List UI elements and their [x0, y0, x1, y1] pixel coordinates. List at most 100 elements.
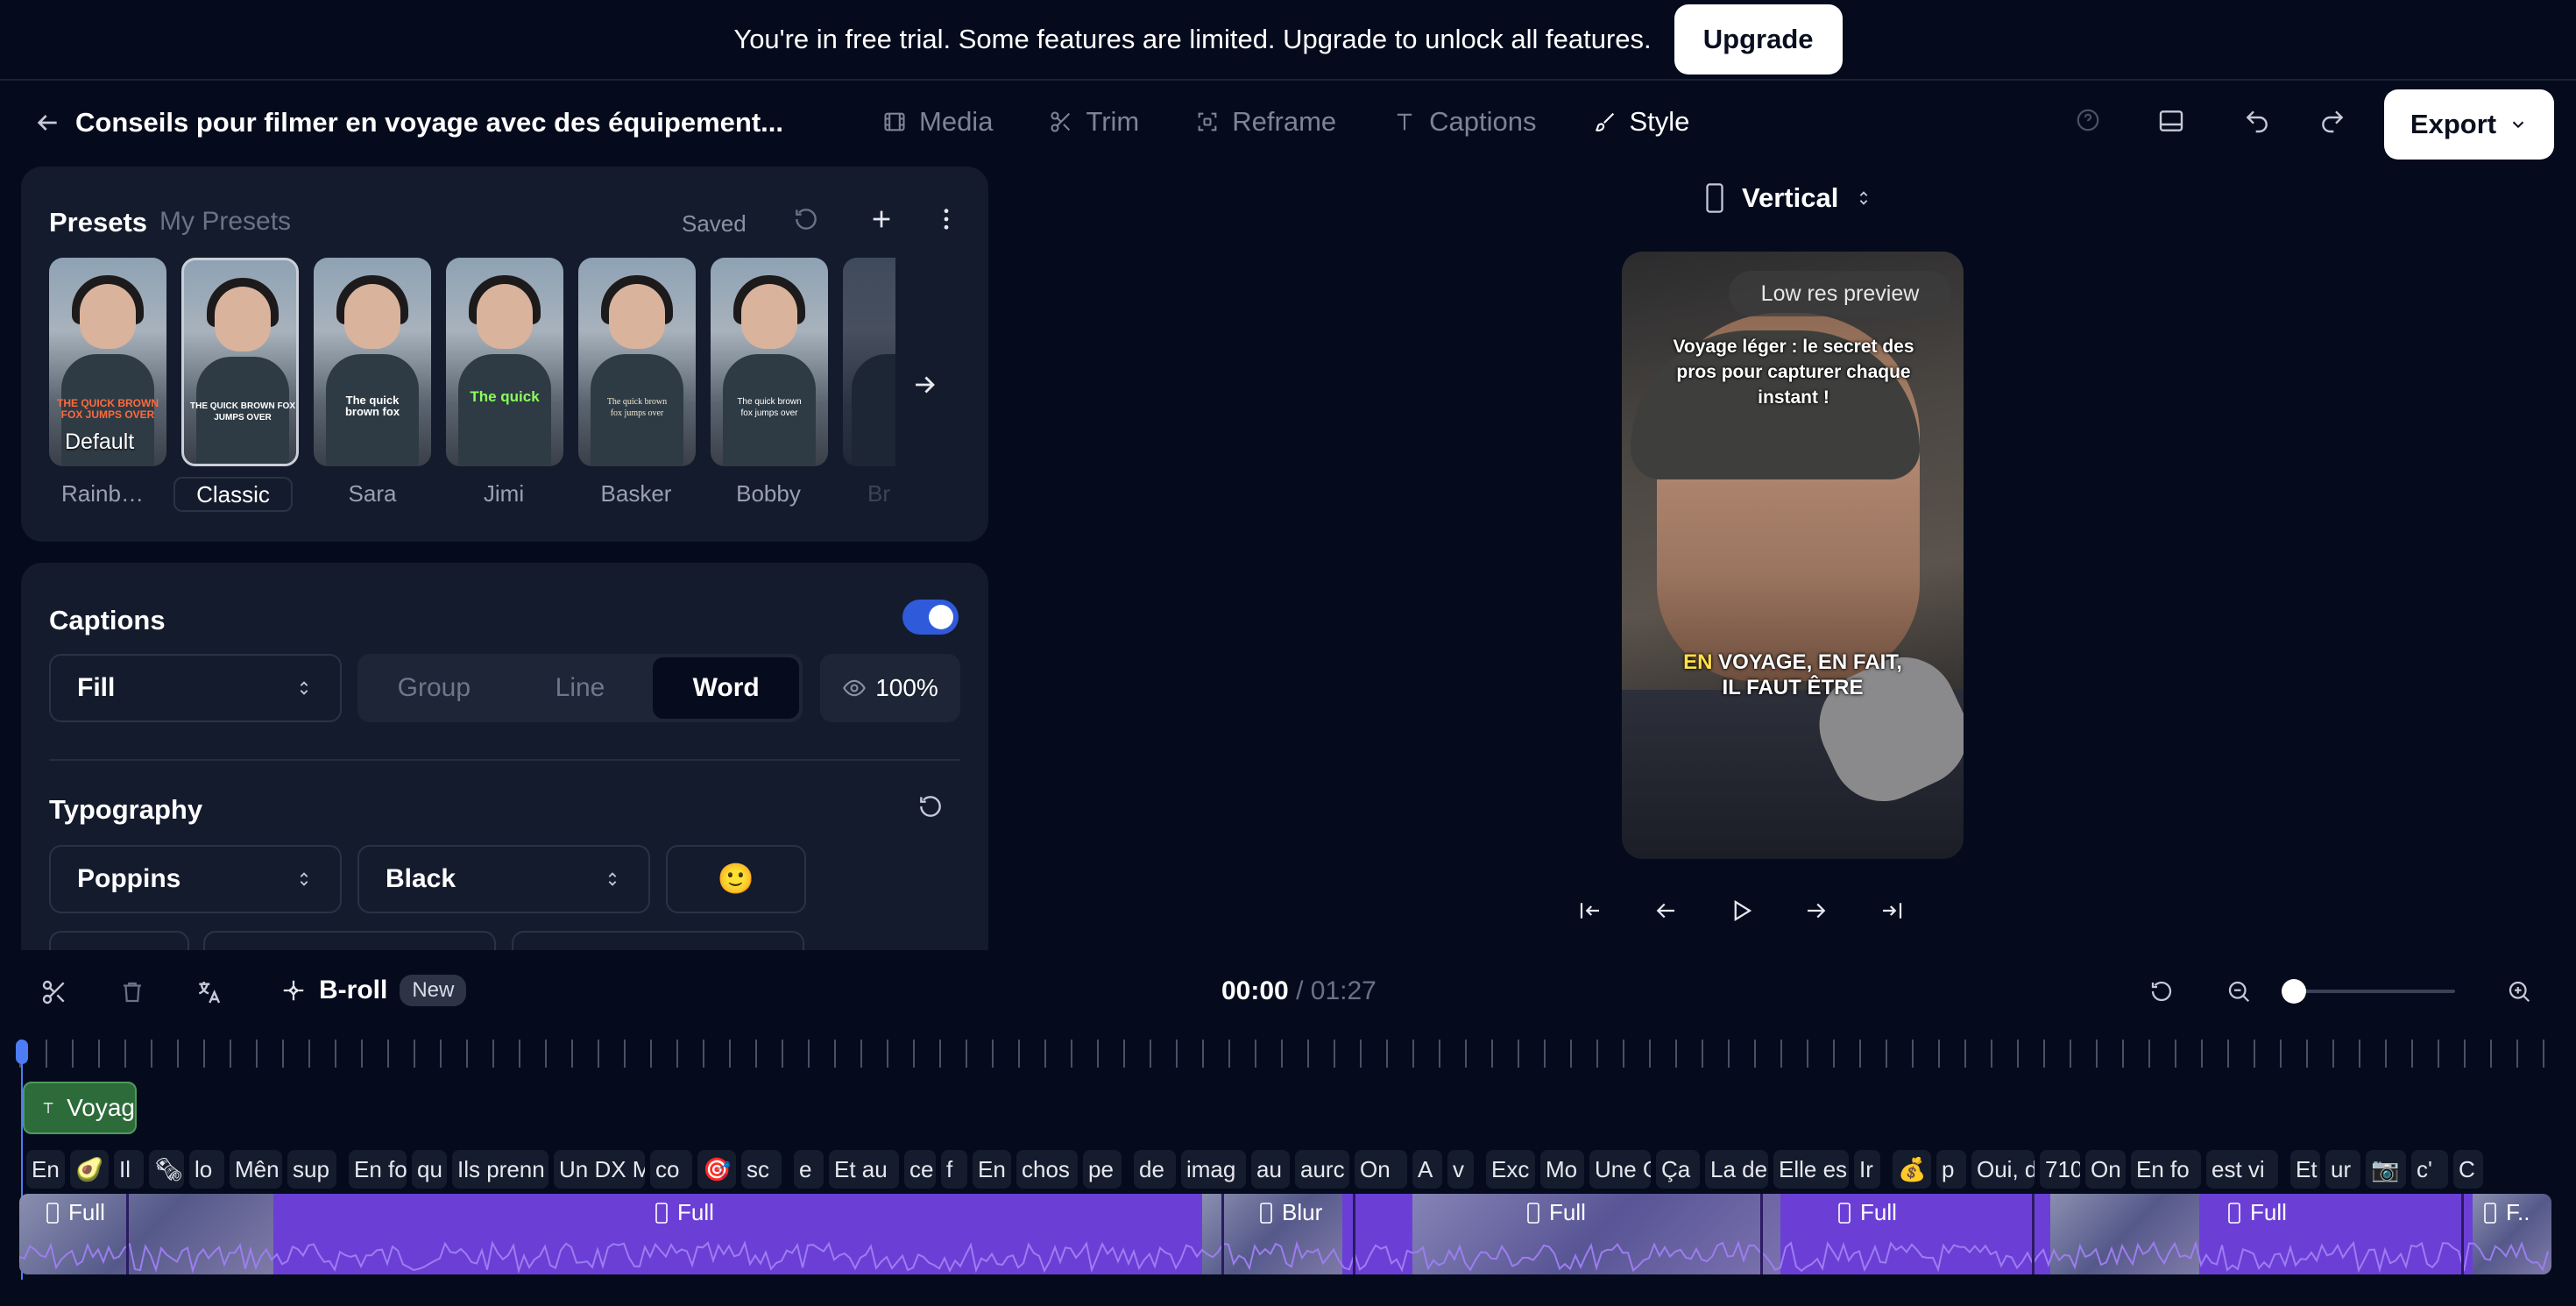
- caption-chip[interactable]: lo: [189, 1150, 224, 1189]
- skip-end-icon[interactable]: [1879, 898, 1905, 924]
- zoom-out-icon[interactable]: [2226, 978, 2252, 1004]
- caption-chip[interactable]: Mên: [230, 1150, 282, 1189]
- caption-chip[interactable]: 🎯: [697, 1150, 736, 1189]
- caption-chip[interactable]: En fo: [349, 1150, 407, 1189]
- caption-chip[interactable]: sc: [741, 1150, 782, 1189]
- preset-partial[interactable]: [843, 258, 895, 466]
- caption-chip[interactable]: ur: [2325, 1150, 2360, 1189]
- redo-icon[interactable]: [2318, 107, 2346, 135]
- caption-chip[interactable]: En fo: [2131, 1150, 2201, 1189]
- caption-chip[interactable]: La de: [1705, 1150, 1768, 1189]
- captions-toggle[interactable]: [902, 600, 959, 635]
- video-track[interactable]: Full Full Blur Full Full Full F..: [19, 1194, 2551, 1274]
- caption-chip[interactable]: 💰: [1893, 1150, 1931, 1189]
- tab-trim[interactable]: Trim: [1021, 100, 1167, 144]
- caption-chip[interactable]: On: [2085, 1150, 2126, 1189]
- video-clip[interactable]: Full: [1355, 1194, 1763, 1274]
- caption-chip[interactable]: Oui, d: [1971, 1150, 2035, 1189]
- caption-chip[interactable]: f: [941, 1150, 967, 1189]
- fill-dropdown[interactable]: Fill: [49, 654, 342, 722]
- preset-classic[interactable]: THE QUICK BROWN FOX JUMPS OVER: [181, 258, 299, 466]
- preset-sara[interactable]: The quick brown fox: [314, 258, 431, 466]
- video-clip[interactable]: Full: [129, 1194, 1224, 1274]
- preset-jimi[interactable]: The quick: [446, 258, 563, 466]
- trash-icon[interactable]: [119, 978, 145, 1006]
- caption-chip[interactable]: de: [1134, 1150, 1176, 1189]
- caption-chip[interactable]: pe: [1083, 1150, 1122, 1189]
- caption-chip[interactable]: Ir: [1854, 1150, 1880, 1189]
- undo-icon[interactable]: [2243, 107, 2271, 135]
- caption-chip[interactable]: Il: [114, 1150, 144, 1189]
- back-arrow-icon[interactable]: [33, 109, 61, 137]
- caption-chip[interactable]: En v: [26, 1150, 65, 1189]
- caption-chip[interactable]: Ils prenn: [452, 1150, 548, 1189]
- layout-panel-icon[interactable]: [2157, 107, 2185, 135]
- reset-zoom-icon[interactable]: [2148, 978, 2175, 1004]
- translate-icon[interactable]: [195, 978, 223, 1006]
- help-icon[interactable]: [2075, 107, 2101, 133]
- caption-chip[interactable]: Un DX M: [554, 1150, 645, 1189]
- caption-chip[interactable]: qu: [412, 1150, 447, 1189]
- tab-captions[interactable]: Captions: [1364, 100, 1564, 144]
- caption-chip[interactable]: Exc: [1486, 1150, 1535, 1189]
- caption-chip[interactable]: Et au: [829, 1150, 899, 1189]
- video-clip[interactable]: Blur: [1224, 1194, 1355, 1274]
- zoom-slider-thumb[interactable]: [2282, 979, 2306, 1004]
- tab-style[interactable]: Style: [1565, 100, 1718, 144]
- mode-word[interactable]: Word: [653, 657, 800, 719]
- caption-chip[interactable]: sup: [287, 1150, 336, 1189]
- opacity-control[interactable]: 100%: [820, 654, 960, 722]
- zoom-slider[interactable]: [2282, 979, 2455, 1004]
- skip-start-icon[interactable]: [1577, 898, 1603, 924]
- orientation-selector[interactable]: Vertical: [1703, 182, 1873, 214]
- partial-control[interactable]: [512, 931, 804, 950]
- caption-chip[interactable]: c': [2411, 1150, 2448, 1189]
- add-preset-icon[interactable]: [867, 205, 895, 233]
- caption-chip[interactable]: p: [1936, 1150, 1966, 1189]
- video-clip[interactable]: Full: [19, 1194, 129, 1274]
- reset-typography-icon[interactable]: [916, 792, 945, 820]
- video-clip[interactable]: Full: [2035, 1194, 2464, 1274]
- video-preview[interactable]: Low res preview Voyage léger : le secret…: [1622, 252, 1964, 859]
- caption-chip[interactable]: Ça: [1656, 1150, 1700, 1189]
- caption-chip[interactable]: Et: [2290, 1150, 2320, 1189]
- tab-reframe[interactable]: Reframe: [1167, 100, 1364, 144]
- zoom-in-icon[interactable]: [2506, 978, 2532, 1004]
- weight-dropdown[interactable]: Black: [357, 845, 650, 913]
- caption-chip[interactable]: 🥑: [70, 1150, 109, 1189]
- preset-rainbow[interactable]: THE QUICK BROWN FOX JUMPS OVER Default: [49, 258, 166, 466]
- play-icon[interactable]: [1728, 898, 1754, 924]
- reset-icon[interactable]: [792, 205, 820, 233]
- caption-chip[interactable]: chos: [1016, 1150, 1078, 1189]
- caption-chip[interactable]: au: [1251, 1150, 1290, 1189]
- caption-chip[interactable]: e: [794, 1150, 824, 1189]
- partial-control[interactable]: [49, 931, 189, 950]
- caption-chip[interactable]: co: [650, 1150, 692, 1189]
- tab-media[interactable]: Media: [854, 100, 1021, 144]
- caption-chip[interactable]: est vi: [2206, 1150, 2278, 1189]
- caption-chip[interactable]: A: [1412, 1150, 1442, 1189]
- mode-line[interactable]: Line: [507, 657, 654, 719]
- caption-chip[interactable]: aurc: [1295, 1150, 1349, 1189]
- caption-chip[interactable]: 📷: [2366, 1150, 2406, 1189]
- caption-chip[interactable]: 🗞: [149, 1150, 184, 1189]
- caption-chip[interactable]: imag: [1181, 1150, 1246, 1189]
- caption-chip[interactable]: Elle es: [1773, 1150, 1849, 1189]
- partial-control[interactable]: [203, 931, 496, 950]
- emoji-button[interactable]: 🙂: [666, 845, 806, 913]
- caption-chip[interactable]: Mo: [1540, 1150, 1584, 1189]
- upgrade-button[interactable]: Upgrade: [1674, 4, 1843, 75]
- step-back-icon[interactable]: [1652, 898, 1679, 924]
- split-scissors-icon[interactable]: [40, 978, 68, 1006]
- project-title[interactable]: Conseils pour filmer en voyage avec des …: [75, 107, 783, 138]
- caption-chip[interactable]: Une G: [1589, 1150, 1651, 1189]
- timeline-ruler[interactable]: [19, 1040, 2560, 1068]
- tab-my-presets[interactable]: My Presets: [159, 207, 291, 237]
- tab-presets[interactable]: Presets: [49, 207, 147, 238]
- caption-chip[interactable]: ce: [904, 1150, 936, 1189]
- caption-chip[interactable]: On: [1355, 1150, 1407, 1189]
- step-forward-icon[interactable]: [1803, 898, 1829, 924]
- more-options-icon[interactable]: [932, 205, 960, 233]
- font-dropdown[interactable]: Poppins: [49, 845, 342, 913]
- caption-chip[interactable]: C: [2453, 1150, 2483, 1189]
